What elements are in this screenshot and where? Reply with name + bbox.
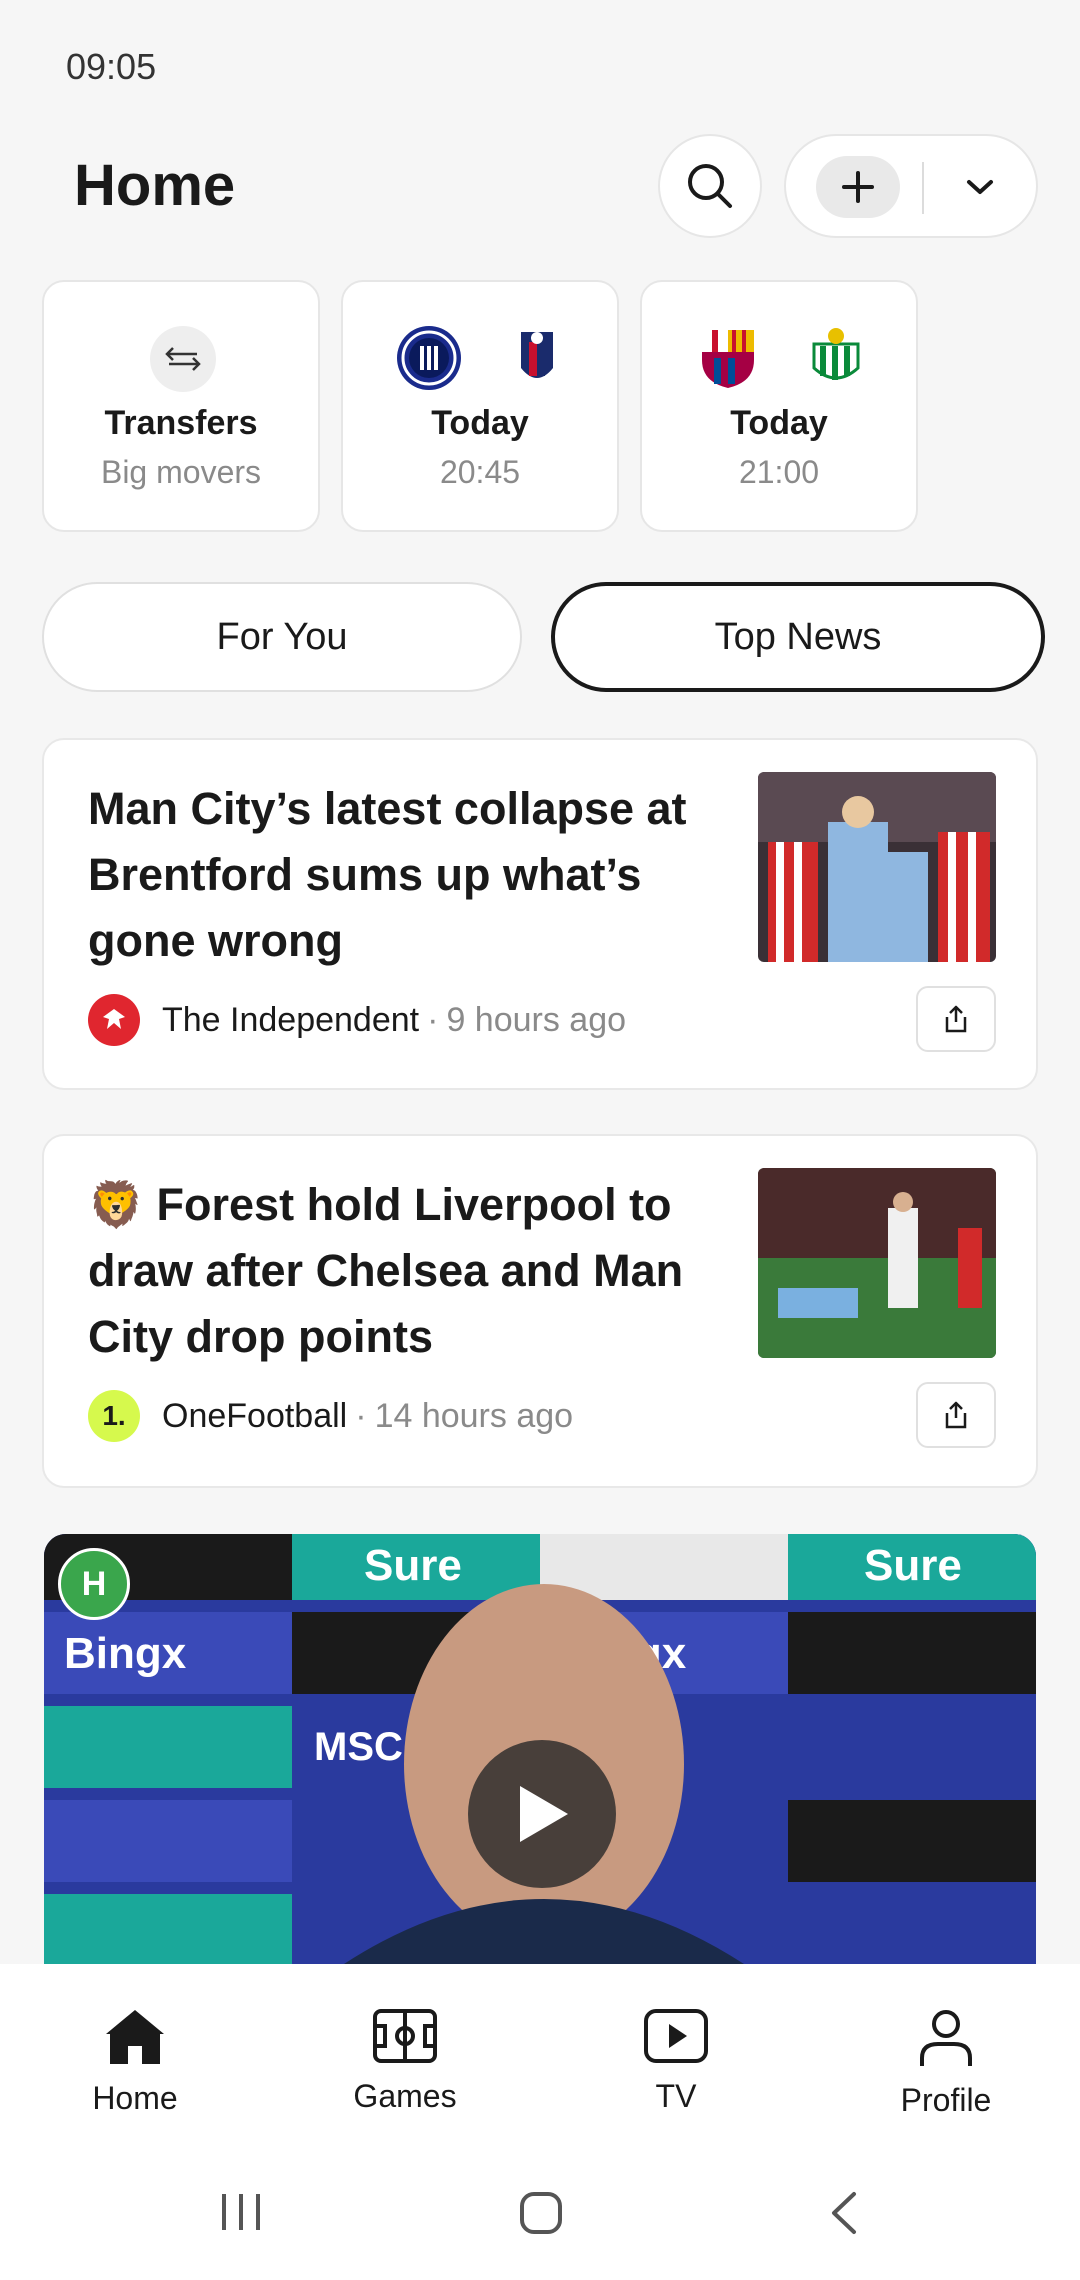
card-title: Transfers	[104, 404, 258, 442]
separator-dot: ·	[355, 1396, 367, 1435]
bologna-logo-icon	[521, 332, 553, 378]
page-title: Home	[74, 153, 236, 218]
lion-emoji-icon: 🦁	[88, 1179, 157, 1230]
separator-dot: ·	[427, 1000, 439, 1039]
news-title-text: Forest hold Liverpool to draw after Chel…	[88, 1179, 684, 1362]
sponsor-text: Bingx	[64, 1629, 187, 1678]
search-icon	[688, 164, 732, 208]
status-time: 09:05	[66, 46, 157, 87]
system-nav-bar	[0, 2154, 1080, 2280]
play-icon	[520, 1786, 568, 1842]
card-title: Today	[730, 404, 828, 442]
source-name[interactable]: OneFootball	[162, 1397, 347, 1436]
football-photo-icon	[758, 1168, 996, 1358]
transfer-arrows-icon	[165, 347, 201, 371]
nav-games[interactable]: Games	[305, 2008, 505, 2115]
independent-logo-icon	[88, 994, 140, 1046]
news-card[interactable]: 🦁 Forest hold Liverpool to draw after Ch…	[42, 1134, 1038, 1488]
home-system-icon[interactable]	[518, 2190, 564, 2236]
nav-home[interactable]: Home	[35, 2008, 235, 2117]
news-meta: 1. OneFootball · 14 hours ago	[88, 1388, 573, 1444]
plus-icon	[842, 171, 874, 203]
card-title: Today	[431, 404, 529, 442]
onefootball-logo-icon: 1.	[88, 1390, 140, 1442]
football-photo-icon	[758, 772, 996, 962]
timestamp: 9 hours ago	[446, 1000, 627, 1039]
profile-icon	[920, 2010, 972, 2066]
card-subtitle: Big movers	[100, 454, 262, 490]
nav-profile[interactable]: Profile	[846, 2008, 1046, 2119]
add-button[interactable]	[816, 156, 900, 218]
news-thumbnail	[758, 772, 996, 962]
bottom-nav: Home Games TV Profile	[0, 1964, 1080, 2154]
barcelona-logo-icon	[702, 330, 754, 388]
match-card-barcelona-betis[interactable]: Today 21:00	[640, 280, 918, 532]
back-icon[interactable]	[826, 2190, 862, 2236]
timestamp: 14 hours ago	[374, 1396, 574, 1435]
nav-label: Games	[353, 2078, 457, 2114]
play-button[interactable]	[468, 1740, 616, 1888]
video-card[interactable]: Sure Sure Bingx Bingx MSC H	[44, 1534, 1036, 1964]
nav-label: TV	[655, 2078, 697, 2114]
nav-label: Home	[92, 2080, 178, 2116]
football-pitch-icon	[373, 2009, 437, 2063]
transfers-card[interactable]: Transfers Big movers	[42, 280, 320, 532]
betis-logo-icon	[812, 328, 860, 380]
news-title: 🦁 Forest hold Liverpool to draw after Ch…	[88, 1172, 748, 1370]
news-meta: The Independent · 9 hours ago	[88, 992, 626, 1048]
news-title: Man City’s latest collapse at Brentford …	[88, 783, 687, 966]
news-card[interactable]: Man City’s latest collapse at Brentford …	[42, 738, 1038, 1090]
action-group	[784, 134, 1038, 238]
share-button[interactable]	[916, 986, 996, 1052]
share-button[interactable]	[916, 1382, 996, 1448]
dropdown-button[interactable]	[938, 156, 1022, 218]
header: Home	[0, 130, 1080, 240]
sponsor-text: MSC	[314, 1725, 403, 1769]
nav-label: Profile	[900, 2082, 992, 2118]
nav-tv[interactable]: TV	[576, 2008, 776, 2115]
sponsor-text: Sure	[364, 1541, 462, 1590]
chevron-down-icon	[967, 180, 993, 194]
status-bar: 09:05	[0, 0, 1080, 120]
news-thumbnail	[758, 1168, 996, 1358]
feed-tabs: For You Top News	[42, 582, 1045, 692]
tv-play-icon	[644, 2009, 708, 2063]
channel-badge-icon: H	[58, 1548, 130, 1620]
search-button[interactable]	[658, 134, 762, 238]
sponsor-text: Sure	[864, 1541, 962, 1590]
match-card-inter-bologna[interactable]: Today 20:45	[341, 280, 619, 532]
home-icon	[106, 2010, 164, 2064]
tab-top-news[interactable]: Top News	[551, 582, 1045, 692]
share-icon	[945, 1401, 967, 1429]
quick-cards-row: Transfers Big movers Today 20:45 Today 2…	[42, 280, 1042, 532]
inter-logo-icon	[397, 326, 461, 390]
card-subtitle: 20:45	[439, 454, 521, 490]
tab-for-you[interactable]: For You	[42, 582, 522, 692]
recent-apps-icon[interactable]	[218, 2190, 264, 2234]
source-name[interactable]: The Independent	[162, 1001, 419, 1040]
share-icon	[945, 1005, 967, 1033]
divider	[922, 162, 924, 214]
transfer-icon-bg	[150, 326, 216, 392]
card-subtitle: 21:00	[738, 454, 820, 490]
